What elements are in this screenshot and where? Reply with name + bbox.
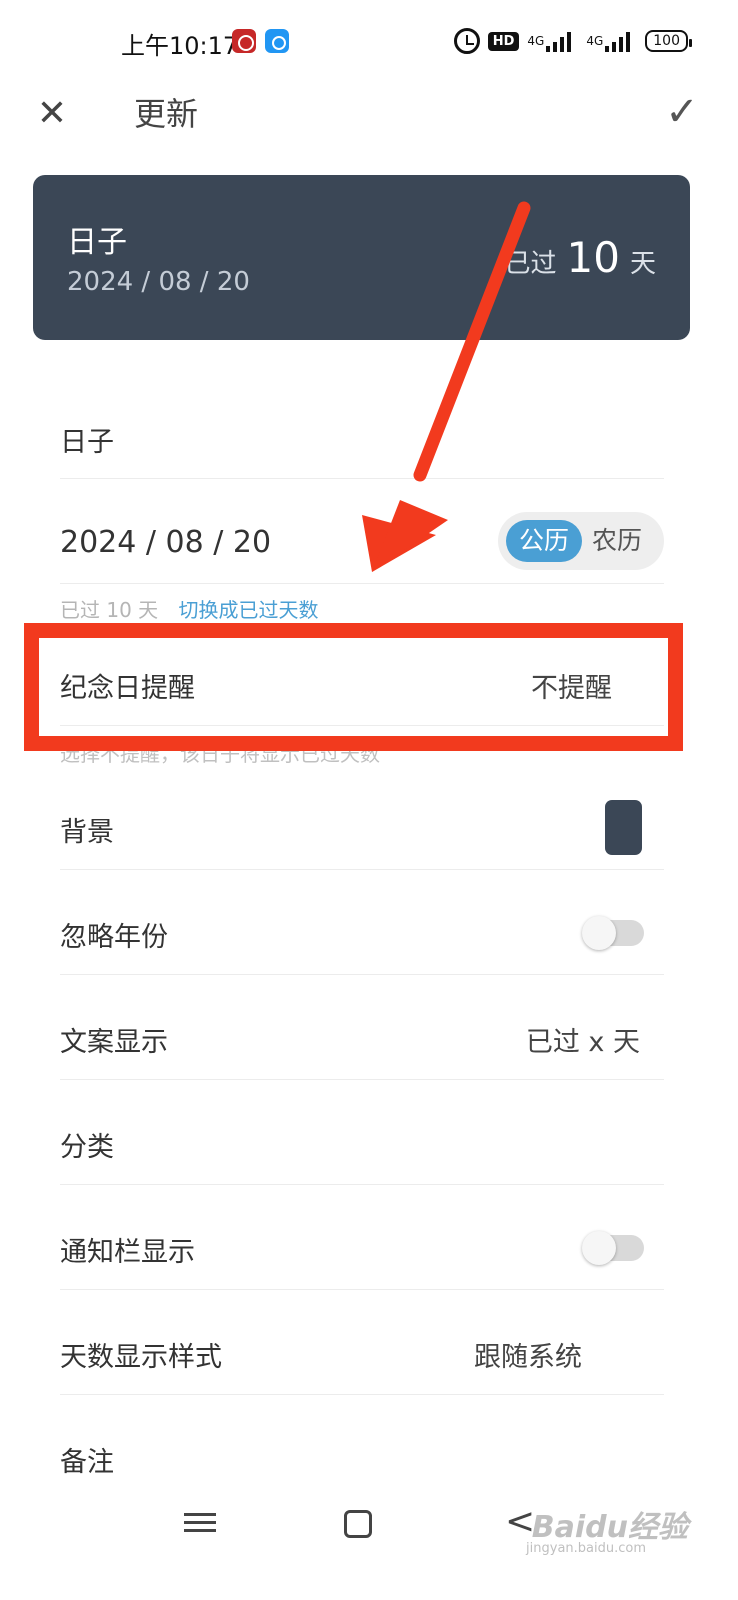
toggle-knob <box>582 916 616 950</box>
card-date: 2024 / 08 / 20 <box>67 267 250 297</box>
preview-card: 日子 2024 / 08 / 20 已过 10 天 <box>33 175 690 340</box>
home-icon[interactable] <box>344 1510 372 1538</box>
lunar-calendar-option[interactable]: 农历 <box>582 520 652 562</box>
bank-app-icon <box>232 29 256 53</box>
card-days-unit: 天 <box>629 249 656 279</box>
card-days-value: 10 <box>566 233 620 282</box>
network-type-label: 4G <box>527 34 545 48</box>
page-title: 更新 <box>134 95 199 133</box>
card-days-label: 已过 <box>504 249 557 279</box>
signal-bars-icon-2 <box>605 30 635 52</box>
solar-calendar-option[interactable]: 公历 <box>506 520 582 562</box>
background-color-swatch[interactable] <box>605 800 642 855</box>
date-field[interactable]: 2024 / 08 / 20 公历 农历 <box>60 505 664 584</box>
toggle-knob <box>582 1231 616 1265</box>
name-input[interactable]: 日子 <box>60 420 114 459</box>
signal-icon: 4G <box>527 32 578 52</box>
confirm-button[interactable]: ✓ <box>660 88 704 136</box>
back-icon[interactable]: < <box>505 1504 535 1540</box>
hd-voice-icon: HD <box>487 31 520 51</box>
background-label: 背景 <box>60 817 114 848</box>
annotation-highlight-box <box>24 623 683 751</box>
text-display-value[interactable]: 已过 x 天 <box>526 1020 640 1059</box>
alarm-icon <box>453 28 480 54</box>
app-notification-icon <box>265 29 289 53</box>
top-app-bar: ✕ 更新 ✓ <box>0 80 738 150</box>
card-title: 日子 <box>67 225 127 260</box>
calendar-type-toggle[interactable]: 公历 农历 <box>498 512 664 570</box>
card-days-counter: 已过 10 天 <box>505 233 656 282</box>
name-field[interactable]: 日子 <box>60 400 664 479</box>
category-label: 分类 <box>60 1132 114 1163</box>
text-display-label: 文案显示 <box>60 1027 168 1058</box>
category-row[interactable]: 分类 <box>60 1105 664 1185</box>
ignore-year-row: 忽略年份 <box>60 895 664 975</box>
text-display-row[interactable]: 文案显示 已过 x 天 <box>60 1000 664 1080</box>
note-row[interactable]: 备注 <box>60 1420 664 1490</box>
day-style-row[interactable]: 天数显示样式 跟随系统 <box>60 1315 664 1395</box>
ignore-year-toggle[interactable] <box>582 916 644 950</box>
notification-label: 通知栏显示 <box>60 1237 195 1268</box>
ignore-year-label: 忽略年份 <box>60 922 168 953</box>
watermark-logo: Baidu经验 <box>531 1510 688 1545</box>
battery-icon: 100 <box>645 30 692 52</box>
days-passed-hint: 已过 10 天 <box>60 598 159 622</box>
switch-to-days-passed-link[interactable]: 切换成已过天数 <box>179 598 319 622</box>
notification-toggle[interactable] <box>582 1231 644 1265</box>
watermark-url: jingyan.baidu.com <box>526 1541 646 1556</box>
status-indicators: HD 4G 4G 100 <box>453 26 692 56</box>
date-value[interactable]: 2024 / 08 / 20 <box>60 525 271 560</box>
network-type-label-2: 4G <box>586 34 604 48</box>
days-hint: 已过 10 天 切换成已过天数 <box>60 594 319 624</box>
signal-icon-2: 4G <box>586 32 637 52</box>
close-button[interactable]: ✕ <box>30 92 74 136</box>
day-style-value[interactable]: 跟随系统 <box>474 1335 582 1374</box>
notification-row: 通知栏显示 <box>60 1210 664 1290</box>
day-style-label: 天数显示样式 <box>60 1342 222 1373</box>
recent-apps-icon[interactable] <box>184 1508 216 1538</box>
status-bar: 上午10:17 HD 4G 4G 100 <box>0 0 738 80</box>
note-label: 备注 <box>60 1447 114 1478</box>
background-row[interactable]: 背景 <box>60 790 664 870</box>
signal-bars-icon <box>546 30 576 52</box>
status-time: 上午10:17 <box>121 32 239 60</box>
